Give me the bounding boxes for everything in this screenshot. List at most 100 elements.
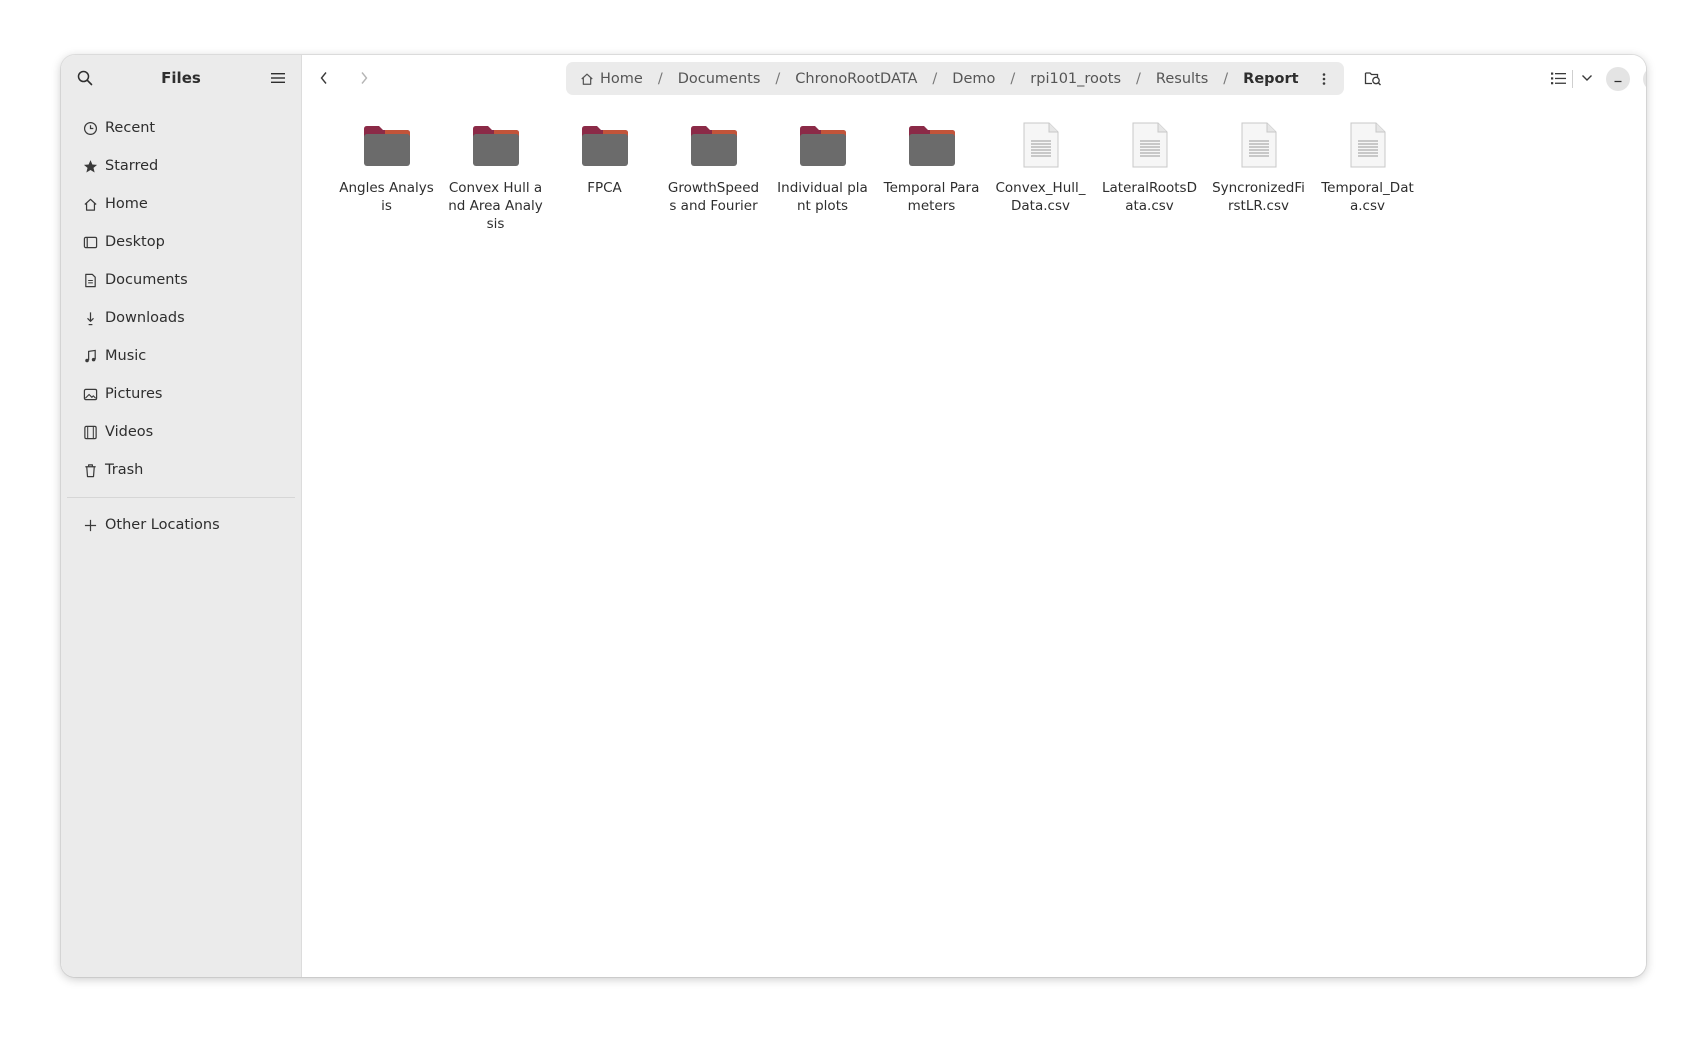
- trash-icon: [81, 461, 99, 479]
- sidebar-item-trash[interactable]: Trash: [61, 451, 301, 489]
- folder-icon: [359, 117, 415, 173]
- sidebar-item-label: Documents: [105, 272, 188, 288]
- text-file-icon: [1231, 117, 1287, 173]
- header-bar: Home / Documents / ChronoRootDATA / Demo…: [302, 55, 1646, 101]
- sidebar-item-label: Trash: [105, 462, 144, 478]
- film-icon: [81, 423, 99, 441]
- view-options-button[interactable]: [1575, 66, 1599, 90]
- picture-icon: [81, 385, 99, 403]
- breadcrumb-demo[interactable]: Demo: [952, 71, 995, 87]
- file-view: Angles Analysis Convex Hull and Area Ana…: [302, 101, 1646, 977]
- sidebar: Files Recent Starred Home Desktop Docume…: [61, 55, 302, 977]
- folder-item[interactable]: Temporal Parameters: [877, 117, 986, 233]
- item-label: Angles Analysis: [339, 180, 434, 214]
- sidebar-item-home[interactable]: Home: [61, 185, 301, 223]
- chevron-down-icon: [1582, 75, 1592, 81]
- home-icon: [81, 195, 99, 213]
- text-file-icon: [1340, 117, 1396, 173]
- sidebar-item-videos[interactable]: Videos: [61, 413, 301, 451]
- document-icon: [81, 271, 99, 289]
- sidebar-item-label: Desktop: [105, 234, 165, 250]
- folder-icon: [577, 117, 633, 173]
- file-item[interactable]: Convex_Hull_Data.csv: [986, 117, 1095, 233]
- folder-item[interactable]: Individual plant plots: [768, 117, 877, 233]
- item-label: Convex Hull and Area Analysis: [448, 180, 543, 232]
- minimize-button[interactable]: [1606, 67, 1630, 91]
- folder-item[interactable]: GrowthSpeeds and Fourier: [659, 117, 768, 233]
- download-icon: [81, 309, 99, 327]
- plus-icon: [81, 516, 99, 534]
- breadcrumb-separator: /: [657, 70, 663, 87]
- folder-icon: [904, 117, 960, 173]
- back-button[interactable]: [312, 66, 336, 90]
- sidebar-item-music[interactable]: Music: [61, 337, 301, 375]
- breadcrumb-chronorootdata[interactable]: ChronoRootDATA: [795, 71, 917, 87]
- breadcrumb-separator: /: [1223, 70, 1229, 87]
- sidebar-item-label: Other Locations: [105, 517, 220, 533]
- sidebar-separator: [67, 497, 295, 498]
- file-item[interactable]: SyncronizedFirstLR.csv: [1204, 117, 1313, 233]
- item-label: Individual plant plots: [777, 180, 868, 214]
- maximize-button[interactable]: [1643, 67, 1646, 91]
- folder-item[interactable]: Convex Hull and Area Analysis: [441, 117, 550, 233]
- folder-item[interactable]: Angles Analysis: [332, 117, 441, 233]
- desktop-icon: [81, 233, 99, 251]
- item-label: GrowthSpeeds and Fourier: [667, 180, 760, 214]
- list-view-button[interactable]: [1546, 66, 1570, 90]
- folder-icon: [468, 117, 524, 173]
- star-icon: [81, 157, 99, 175]
- music-note-icon: [81, 347, 99, 365]
- sidebar-item-label: Music: [105, 348, 147, 364]
- sidebar-item-label: Recent: [105, 120, 156, 136]
- minimize-icon: [1614, 80, 1622, 83]
- sidebar-item-pictures[interactable]: Pictures: [61, 375, 301, 413]
- sidebar-item-downloads[interactable]: Downloads: [61, 299, 301, 337]
- breadcrumb-separator: /: [932, 70, 938, 87]
- item-label: FPCA: [587, 180, 622, 196]
- sidebar-item-desktop[interactable]: Desktop: [61, 223, 301, 261]
- sidebar-item-starred[interactable]: Starred: [61, 147, 301, 185]
- breadcrumb: Home / Documents / ChronoRootDATA / Demo…: [566, 62, 1344, 95]
- clock-icon: [81, 119, 99, 137]
- item-label: Temporal_Data.csv: [1321, 180, 1414, 214]
- folder-item[interactable]: FPCA: [550, 117, 659, 233]
- sidebar-item-other-locations[interactable]: Other Locations: [61, 506, 301, 544]
- file-item[interactable]: LateralRootsData.csv: [1095, 117, 1204, 233]
- sidebar-item-recent[interactable]: Recent: [61, 109, 301, 147]
- hamburger-menu-icon[interactable]: [267, 67, 289, 89]
- sidebar-item-label: Starred: [105, 158, 159, 174]
- list-view-icon: [1550, 72, 1566, 84]
- sidebar-title: Files: [161, 69, 201, 87]
- forward-button[interactable]: [352, 66, 376, 90]
- sidebar-item-documents[interactable]: Documents: [61, 261, 301, 299]
- breadcrumb-separator: /: [775, 70, 781, 87]
- text-file-icon: [1122, 117, 1178, 173]
- breadcrumb-home[interactable]: Home: [600, 71, 643, 87]
- home-icon: [580, 72, 594, 86]
- folder-search-icon: [1364, 72, 1381, 86]
- sidebar-item-label: Videos: [105, 424, 154, 440]
- text-file-icon: [1013, 117, 1069, 173]
- sidebar-item-label: Pictures: [105, 386, 163, 402]
- search-folder-button[interactable]: [1361, 66, 1385, 90]
- toolbar-separator: [1572, 70, 1573, 88]
- file-item[interactable]: Temporal_Data.csv: [1313, 117, 1422, 233]
- item-label: SyncronizedFirstLR.csv: [1212, 180, 1305, 214]
- breadcrumb-separator: /: [1010, 70, 1016, 87]
- sidebar-places-list: Recent Starred Home Desktop Documents Do…: [61, 109, 301, 544]
- item-label: Convex_Hull_Data.csv: [995, 180, 1086, 214]
- sidebar-item-label: Home: [105, 196, 148, 212]
- kebab-menu-icon[interactable]: [1316, 70, 1332, 88]
- breadcrumb-results[interactable]: Results: [1156, 71, 1208, 87]
- breadcrumb-rpi101-roots[interactable]: rpi101_roots: [1030, 71, 1121, 87]
- folder-icon: [795, 117, 851, 173]
- breadcrumb-report[interactable]: Report: [1243, 71, 1298, 87]
- file-grid: Angles Analysis Convex Hull and Area Ana…: [332, 117, 1422, 233]
- chevron-left-icon: [320, 72, 327, 84]
- chevron-right-icon: [361, 72, 368, 84]
- breadcrumb-documents[interactable]: Documents: [678, 71, 761, 87]
- sidebar-header: Files: [61, 55, 301, 101]
- item-label: LateralRootsData.csv: [1102, 180, 1197, 214]
- sidebar-item-label: Downloads: [105, 310, 185, 326]
- breadcrumb-separator: /: [1136, 70, 1141, 87]
